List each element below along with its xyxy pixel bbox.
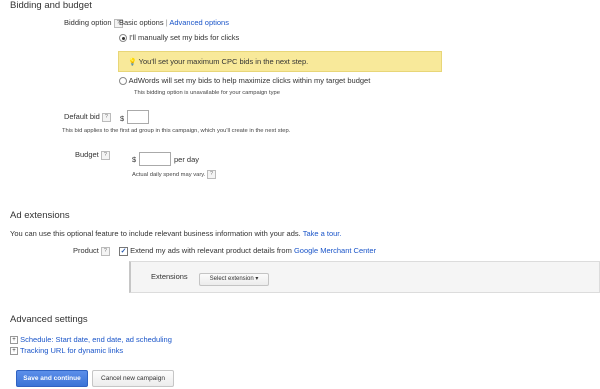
default-bid-input[interactable] xyxy=(127,110,149,124)
product-label-text: Product xyxy=(73,246,99,255)
expand-plus-icon[interactable]: + xyxy=(10,336,18,345)
bidding-mode-switch: Basic options | Advanced options xyxy=(119,18,229,27)
auto-bids-option[interactable]: AdWords will set my bids to help maximiz… xyxy=(119,76,371,86)
tracking-url-link[interactable]: Tracking URL for dynamic links xyxy=(20,346,123,355)
product-label: Product ? xyxy=(73,246,110,256)
bidding-option-text: Bidding option xyxy=(64,18,112,27)
save-and-continue-button[interactable]: Save and continue xyxy=(16,370,88,387)
budget-label: Budget ? xyxy=(75,150,110,160)
tracking-url-row[interactable]: + Tracking URL for dynamic links xyxy=(10,346,123,356)
per-day-label: per day xyxy=(174,155,200,164)
budget-note-text: Actual daily spend may vary. xyxy=(132,172,206,179)
budget-text: Budget xyxy=(75,150,99,159)
product-extension-text: Extend my ads with relevant product deta… xyxy=(130,246,292,255)
default-bid-text: Default bid xyxy=(64,112,100,121)
basic-options-text: Basic options xyxy=(119,18,164,27)
warning-text: You'll set your maximum CPC bids in the … xyxy=(138,57,309,66)
product-checkbox[interactable]: ✓ xyxy=(119,246,128,256)
separator: | xyxy=(165,18,168,27)
advanced-options-link[interactable]: Advanced options xyxy=(169,18,229,27)
ad-extensions-intro: You can use this optional feature to inc… xyxy=(10,229,341,238)
auto-bids-label: AdWords will set my bids to help maximiz… xyxy=(128,76,371,85)
ad-extensions-intro-text: You can use this optional feature to inc… xyxy=(10,229,301,238)
help-icon[interactable]: ? xyxy=(101,112,111,122)
google-merchant-center-link[interactable]: Google Merchant Center xyxy=(294,246,376,255)
take-a-tour-link[interactable]: Take a tour. xyxy=(303,229,342,238)
bidding-option-label: Bidding option ? xyxy=(64,18,123,28)
cancel-new-campaign-button[interactable]: Cancel new campaign xyxy=(92,370,174,387)
help-icon[interactable]: ? xyxy=(206,170,216,179)
product-extension-option[interactable]: ✓ Extend my ads with relevant product de… xyxy=(119,246,376,256)
warning-message: 💡 You'll set your maximum CPC bids in th… xyxy=(128,57,308,66)
section-title-bidding: Bidding and budget xyxy=(10,0,92,11)
section-title-ad-extensions: Ad extensions xyxy=(10,210,70,221)
manual-bids-radio[interactable] xyxy=(119,34,127,43)
caret-down-icon: ▾ xyxy=(255,276,259,282)
default-bid-label: Default bid ? xyxy=(64,112,111,122)
help-icon[interactable]: ? xyxy=(100,246,110,256)
select-extension-label: Select extension xyxy=(209,276,254,282)
auto-bids-note: This bidding option is unavailable for y… xyxy=(134,90,280,96)
select-extension-dropdown[interactable]: Select extension ▾ xyxy=(199,273,269,286)
extensions-label: Extensions xyxy=(151,272,188,281)
lightbulb-icon: 💡 xyxy=(128,59,137,66)
auto-bids-radio[interactable] xyxy=(119,77,127,86)
currency-symbol: $ xyxy=(120,114,125,123)
manual-bids-option[interactable]: I'll manually set my bids for clicks xyxy=(119,33,240,43)
budget-note: Actual daily spend may vary. ? xyxy=(132,170,216,179)
manual-bids-label: I'll manually set my bids for clicks xyxy=(129,33,240,42)
currency-symbol: $ xyxy=(132,155,137,164)
budget-input[interactable] xyxy=(139,152,171,166)
schedule-link[interactable]: Schedule: Start date, end date, ad sched… xyxy=(20,335,172,344)
help-icon[interactable]: ? xyxy=(100,150,110,160)
default-bid-note: This bid applies to the first ad group i… xyxy=(62,128,291,134)
section-title-advanced: Advanced settings xyxy=(10,314,88,325)
expand-plus-icon[interactable]: + xyxy=(10,347,18,356)
schedule-row[interactable]: + Schedule: Start date, end date, ad sch… xyxy=(10,335,172,345)
